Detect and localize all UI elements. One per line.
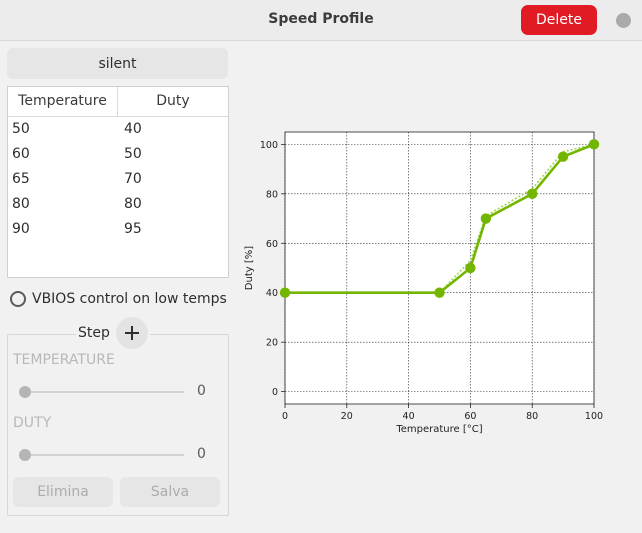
temperature-value: 0 xyxy=(197,383,206,399)
cell-temperature: 65 xyxy=(12,171,30,187)
duty-slider[interactable] xyxy=(19,449,184,461)
data-point xyxy=(480,213,492,224)
slider-track xyxy=(19,391,184,393)
x-tick-label: 80 xyxy=(526,411,538,422)
speed-table[interactable]: Temperature Duty 50 40 60 50 65 70 80 80… xyxy=(7,86,229,278)
speed-profile-chart: 0 20 40 60 80 100 0 20 40 60 80 100 Temperature [°C]… xyxy=(244,131,603,435)
step-label: Step xyxy=(78,325,110,341)
duty-label: DUTY xyxy=(13,415,52,431)
x-tick-label: 60 xyxy=(464,411,476,422)
add-step-button[interactable] xyxy=(115,317,148,349)
slider-handle[interactable] xyxy=(19,449,31,461)
x-axis-label: Temperature [°C] xyxy=(395,424,482,435)
data-point xyxy=(588,139,600,150)
table-row[interactable]: 65 70 xyxy=(8,167,228,192)
close-icon[interactable] xyxy=(616,13,631,28)
vbios-control-option[interactable]: VBIOS control on low temps xyxy=(10,288,227,310)
table-row[interactable]: 60 50 xyxy=(8,142,228,167)
column-header-temperature[interactable]: Temperature xyxy=(8,87,118,116)
radio-icon[interactable] xyxy=(10,291,26,307)
y-tick-label: 0 xyxy=(272,387,278,398)
delete-button[interactable]: Delete xyxy=(521,5,597,35)
title-bar: Speed Profile Delete xyxy=(0,0,642,41)
y-tick-label: 20 xyxy=(266,338,278,349)
data-point xyxy=(527,188,538,200)
cell-duty: 70 xyxy=(124,171,142,187)
cell-duty: 80 xyxy=(124,196,142,212)
vbios-control-label: VBIOS control on low temps xyxy=(32,291,227,307)
cell-temperature: 60 xyxy=(12,146,30,162)
data-point xyxy=(279,287,291,298)
cell-temperature: 80 xyxy=(12,196,30,212)
column-header-duty[interactable]: Duty xyxy=(118,87,228,116)
step-header: Step xyxy=(76,317,150,349)
temperature-label: TEMPERATURE xyxy=(13,352,115,368)
table-row[interactable]: 90 95 xyxy=(8,217,228,242)
cell-duty: 50 xyxy=(124,146,142,162)
x-tick-label: 0 xyxy=(282,411,288,422)
data-point xyxy=(434,287,445,298)
y-tick-label: 40 xyxy=(266,288,278,299)
data-point xyxy=(465,262,476,274)
y-tick-label: 80 xyxy=(266,189,278,200)
temperature-slider[interactable] xyxy=(19,386,184,398)
y-tick-label: 60 xyxy=(266,239,278,250)
plot-area xyxy=(285,132,594,404)
slider-track xyxy=(19,454,184,456)
duty-value: 0 xyxy=(197,446,206,462)
remove-step-button[interactable]: Elimina xyxy=(13,477,113,507)
table-header: Temperature Duty xyxy=(8,87,228,117)
x-tick-label: 40 xyxy=(403,411,415,422)
y-axis-label: Duty [%] xyxy=(244,246,255,290)
cell-duty: 40 xyxy=(124,121,142,137)
cell-temperature: 90 xyxy=(12,221,30,237)
save-step-button[interactable]: Salva xyxy=(120,477,220,507)
slider-handle[interactable] xyxy=(19,386,31,398)
profile-name-button[interactable]: silent xyxy=(7,48,228,79)
data-point xyxy=(557,151,569,162)
table-row[interactable]: 80 80 xyxy=(8,192,228,217)
x-tick-label: 100 xyxy=(585,411,603,422)
table-row[interactable]: 50 40 xyxy=(8,117,228,142)
y-tick-label: 100 xyxy=(260,140,278,151)
x-tick-label: 20 xyxy=(341,411,353,422)
cell-temperature: 50 xyxy=(12,121,30,137)
cell-duty: 95 xyxy=(124,221,142,237)
